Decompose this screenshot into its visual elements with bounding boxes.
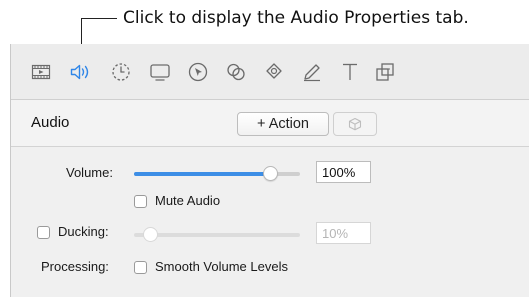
annotation-icon[interactable] [222,59,250,85]
smooth-volume-checkbox[interactable] [134,261,147,274]
mute-audio-label: Mute Audio [155,193,221,208]
volume-value-field[interactable]: 100% [316,161,371,183]
ducking-slider-knob[interactable] [143,227,159,242]
audio-properties: Volume: 100% Mute Audio Ducking: 10% Pro… [11,147,529,297]
volume-slider-fill [134,172,271,176]
ducking-value-field[interactable]: 10% [316,222,371,244]
ducking-slider[interactable] [134,227,300,242]
display-icon[interactable] [146,59,174,85]
pencil-icon[interactable] [298,59,326,85]
mute-audio-checkbox[interactable] [134,195,147,208]
volume-slider[interactable] [134,166,300,181]
callout-leader-horizontal [81,18,117,19]
properties-icon[interactable] [371,59,399,85]
add-action-button[interactable]: + Action [237,112,329,136]
processing-label: Processing: [41,259,109,274]
timer-icon[interactable] [107,59,135,85]
volume-slider-knob[interactable] [262,166,278,181]
cube-icon [348,117,362,131]
behaviors-button[interactable] [333,112,377,136]
cursor-icon[interactable] [184,59,212,85]
ducking-checkbox[interactable] [37,226,50,239]
inspector-panel: Audio + Action Volume: 100% Mute Audio D… [10,44,529,297]
section-title: Audio [31,114,70,131]
volume-label: Volume: [66,165,113,180]
callout-text: Click to display the Audio Properties ta… [123,8,469,28]
text-icon[interactable] [336,59,364,85]
audio-section-header: Audio + Action [11,100,529,147]
smooth-volume-label: Smooth Volume Levels [155,259,288,274]
inspector-toolbar [11,44,529,100]
audio-speaker-icon[interactable] [67,59,95,85]
film-icon[interactable] [27,59,55,85]
transitions-icon[interactable] [260,59,288,85]
ducking-label: Ducking: [58,224,109,239]
